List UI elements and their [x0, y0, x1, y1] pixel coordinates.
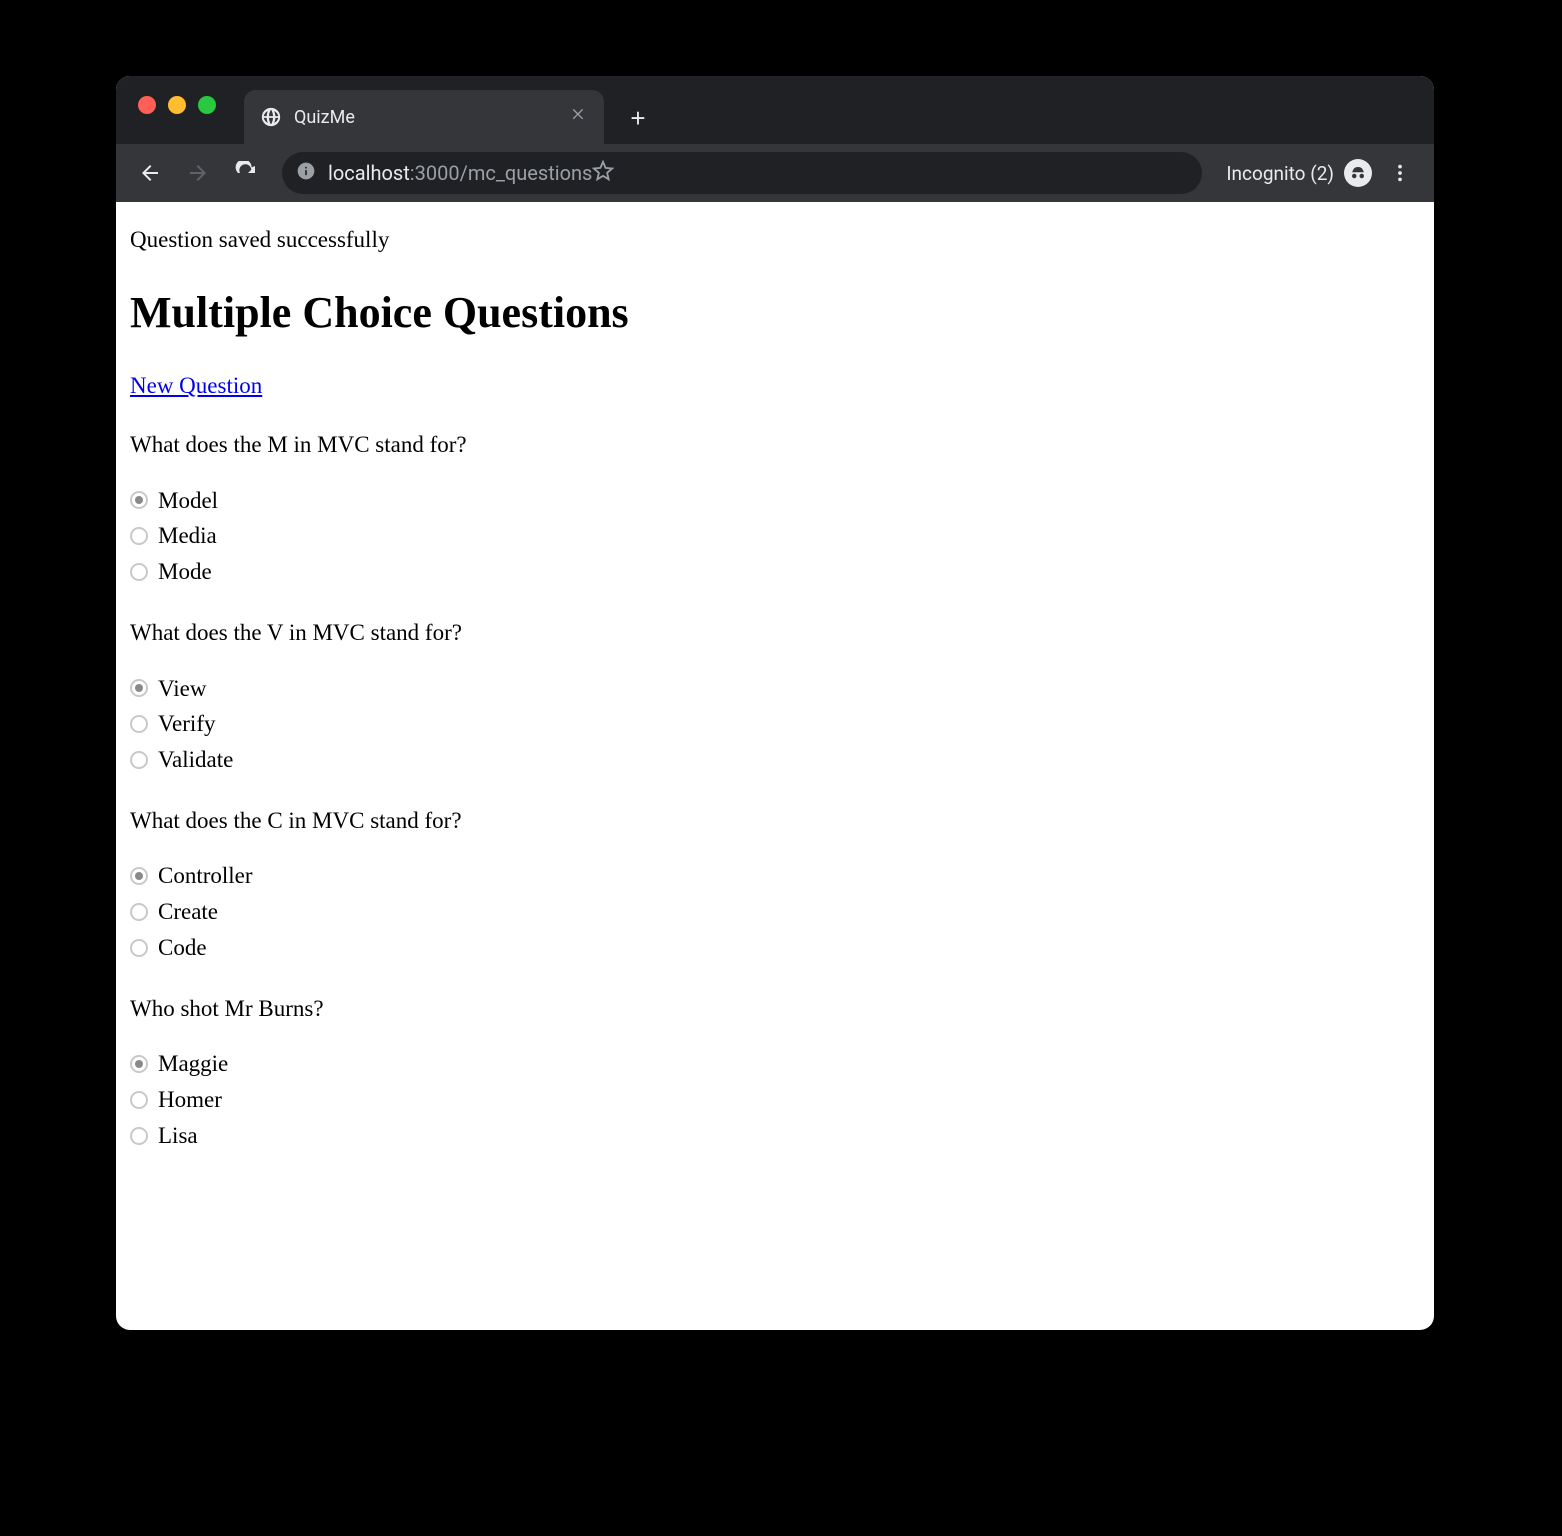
answer-option[interactable]: Validate: [130, 742, 1420, 778]
answer-option[interactable]: Code: [130, 930, 1420, 966]
question-block: Who shot Mr Burns? MaggieHomerLisa: [130, 993, 1420, 1153]
answer-option[interactable]: Controller: [130, 858, 1420, 894]
forward-button[interactable]: [178, 153, 218, 193]
incognito-indicator[interactable]: Incognito (2): [1226, 159, 1372, 187]
url-host: localhost: [328, 161, 410, 185]
answer-option[interactable]: Create: [130, 894, 1420, 930]
radio-icon[interactable]: [130, 1127, 148, 1145]
radio-icon[interactable]: [130, 679, 148, 697]
question-block: What does the M in MVC stand for? ModelMe…: [130, 429, 1420, 589]
globe-icon: [260, 106, 282, 128]
radio-icon[interactable]: [130, 715, 148, 733]
radio-icon[interactable]: [130, 1055, 148, 1073]
site-info-icon[interactable]: [296, 161, 328, 186]
incognito-icon: [1344, 159, 1372, 187]
answer-option[interactable]: Verify: [130, 706, 1420, 742]
answer-label: Maggie: [158, 1046, 228, 1082]
window-controls: [138, 96, 216, 114]
browser-menu-button[interactable]: [1380, 153, 1420, 193]
browser-window: QuizMe + localhost:3000/mc_questions: [116, 76, 1434, 1330]
new-tab-button[interactable]: +: [618, 98, 658, 138]
answer-option[interactable]: Mode: [130, 554, 1420, 590]
incognito-label: Incognito (2): [1226, 162, 1334, 185]
bookmark-star-icon[interactable]: [592, 160, 614, 187]
answer-label: Model: [158, 483, 218, 519]
radio-icon[interactable]: [130, 751, 148, 769]
answer-label: Lisa: [158, 1118, 198, 1154]
radio-icon[interactable]: [130, 527, 148, 545]
flash-message: Question saved successfully: [130, 224, 1420, 255]
address-bar[interactable]: localhost:3000/mc_questions: [282, 152, 1202, 194]
question-text: Who shot Mr Burns?: [130, 993, 1420, 1024]
radio-icon[interactable]: [130, 491, 148, 509]
question-block: What does the V in MVC stand for? ViewVer…: [130, 617, 1420, 777]
answer-label: Verify: [158, 706, 215, 742]
answer-label: Homer: [158, 1082, 222, 1118]
question-block: What does the C in MVC stand for? Control…: [130, 805, 1420, 965]
question-text: What does the M in MVC stand for?: [130, 429, 1420, 460]
tab-close-button[interactable]: [570, 106, 588, 129]
answer-option[interactable]: View: [130, 671, 1420, 707]
answer-option[interactable]: Model: [130, 483, 1420, 519]
answer-option[interactable]: Maggie: [130, 1046, 1420, 1082]
answer-label: Validate: [158, 742, 233, 778]
reload-button[interactable]: [226, 153, 266, 193]
radio-icon[interactable]: [130, 867, 148, 885]
window-close-button[interactable]: [138, 96, 156, 114]
radio-icon[interactable]: [130, 563, 148, 581]
new-question-link[interactable]: New Question: [130, 373, 262, 398]
url-path: :3000/mc_questions: [410, 161, 593, 185]
answer-label: Mode: [158, 554, 212, 590]
page-title: Multiple Choice Questions: [130, 283, 1420, 342]
titlebar: QuizMe +: [116, 76, 1434, 144]
radio-icon[interactable]: [130, 903, 148, 921]
tab-title: QuizMe: [294, 107, 570, 128]
radio-icon[interactable]: [130, 939, 148, 957]
answer-label: Code: [158, 930, 207, 966]
question-text: What does the C in MVC stand for?: [130, 805, 1420, 836]
answer-option[interactable]: Media: [130, 518, 1420, 554]
browser-tab[interactable]: QuizMe: [244, 90, 604, 144]
question-text: What does the V in MVC stand for?: [130, 617, 1420, 648]
window-minimize-button[interactable]: [168, 96, 186, 114]
answer-label: Media: [158, 518, 217, 554]
answer-option[interactable]: Lisa: [130, 1118, 1420, 1154]
toolbar: localhost:3000/mc_questions Incognito (2…: [116, 144, 1434, 202]
page-content: Question saved successfully Multiple Cho…: [116, 202, 1434, 1183]
radio-icon[interactable]: [130, 1091, 148, 1109]
answer-label: View: [158, 671, 206, 707]
answer-option[interactable]: Homer: [130, 1082, 1420, 1118]
answer-label: Controller: [158, 858, 253, 894]
back-button[interactable]: [130, 153, 170, 193]
window-maximize-button[interactable]: [198, 96, 216, 114]
answer-label: Create: [158, 894, 218, 930]
